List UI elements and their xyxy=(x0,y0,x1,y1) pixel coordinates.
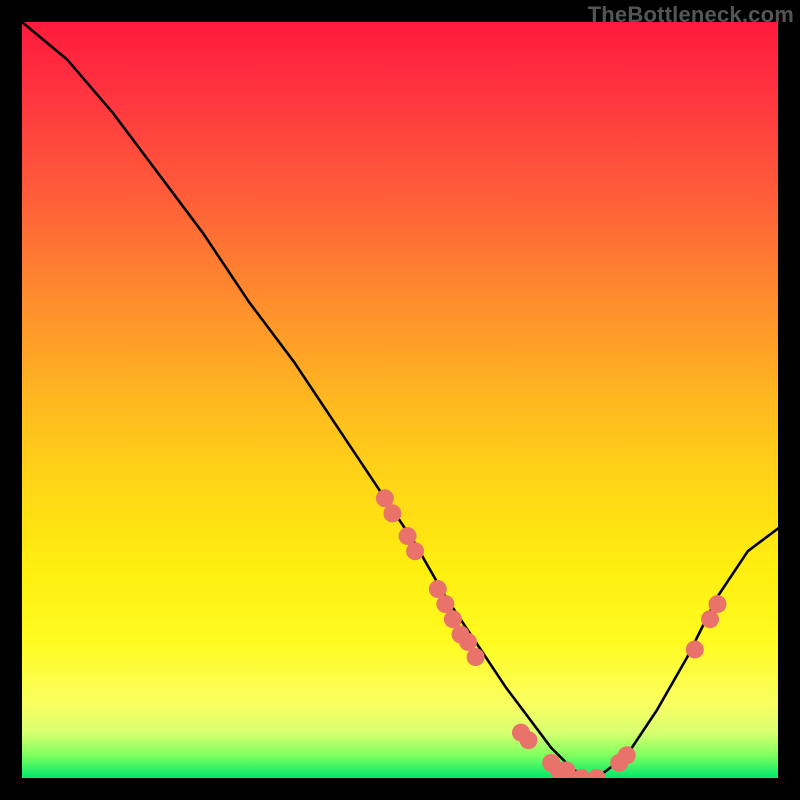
data-point xyxy=(406,542,424,560)
data-point xyxy=(383,504,401,522)
data-point xyxy=(588,769,606,778)
bottleneck-curve xyxy=(22,22,778,778)
chart-overlay xyxy=(22,22,778,778)
data-point xyxy=(520,731,538,749)
data-point xyxy=(709,595,727,613)
data-points xyxy=(376,489,727,778)
data-point xyxy=(686,641,704,659)
chart-frame xyxy=(22,22,778,778)
data-point xyxy=(618,746,636,764)
data-point xyxy=(467,648,485,666)
